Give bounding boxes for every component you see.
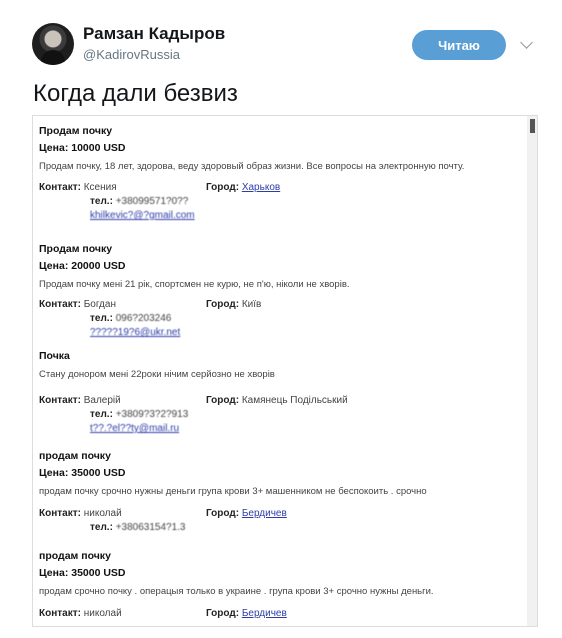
ad-text: Продам почку мені 21 рік, спортсмен не к… [39,279,350,290]
phone-number: +38063154?1.3 [115,522,186,533]
contact-name: николай [83,608,122,619]
ad-text: Стану донором мені 22роки нічим серйозно… [39,369,275,380]
city-label: Город: [206,608,240,619]
contact-label: Контакт: [39,395,81,406]
ad-text: Продам почку, 18 лет, здорова, веду здор… [39,161,465,172]
contact-label: Контакт: [39,182,81,193]
contact-name: николай [83,508,122,519]
contact-label: Контакт: [39,299,81,310]
city-label: Город: [206,395,240,406]
ad-listing: Продам почку Цена: 10000 USD Продам почк… [39,125,521,224]
ad-title: продам почку [39,550,111,562]
email-link[interactable]: t??.?el??ty@mail.ru [90,423,179,434]
tweet-header: Рамзан Кадыров @KadirovRussia Читаю [0,0,562,80]
ad-title: Почка [39,350,70,362]
ad-text: продам срочно почку . операцыя только в … [39,586,434,597]
user-handle[interactable]: @KadirovRussia [83,47,180,62]
tweet-text: Когда дали безвиз [33,80,238,107]
city-label: Город: [206,299,240,310]
ad-listing: продам почку Цена: 35000 USD продам сроч… [39,550,521,622]
city-link[interactable]: Харьков [242,182,280,193]
phone-number: +3809?3?2?913 [115,409,189,420]
ad-title: Продам почку [39,243,113,255]
email-link[interactable]: ?????19?6@ukr.net [90,327,180,338]
phone-label: тел.: [90,313,113,324]
scrollbar [527,116,537,626]
tweet-image[interactable]: Продам почку Цена: 10000 USD Продам почк… [32,115,538,627]
ad-listing: Почка Стану донором мені 22роки нічим се… [39,350,521,437]
display-name[interactable]: Рамзан Кадыров [83,24,225,44]
following-button[interactable]: Читаю [412,30,506,60]
ad-price: Цена: 35000 USD [39,467,126,479]
ad-price: Цена: 20000 USD [39,260,126,272]
city-label: Город: [206,182,240,193]
ad-title: Продам почку [39,125,113,137]
city-name: Камянець Подільський [241,395,348,406]
ad-price: Цена: 10000 USD [39,142,126,154]
phone-label: тел.: [90,409,113,420]
city-link[interactable]: Бердичев [242,508,287,519]
ad-listing: Продам почку Цена: 20000 USD Продам почк… [39,243,521,341]
contact-name: Ксения [83,182,117,193]
ad-title: продам почку [39,450,111,462]
avatar[interactable] [32,23,74,65]
phone-number: 096?203246 [115,313,172,324]
ad-text: продам почку срочно нужны деньги група к… [39,486,427,497]
phone-number: +38099571?0?? [115,196,189,207]
city-name: Київ [241,299,262,310]
city-label: Город: [206,508,240,519]
ad-listing: продам почку Цена: 35000 USD продам почк… [39,450,521,536]
email-link[interactable]: khilkevic?@?gmail.com [90,210,195,221]
contact-name: Валерій [83,395,121,406]
chevron-down-icon[interactable] [520,36,533,49]
phone-label: тел.: [90,522,113,533]
scroll-thumb [530,119,535,133]
contact-label: Контакт: [39,608,81,619]
contact-label: Контакт: [39,508,81,519]
city-link[interactable]: Бердичев [242,608,287,619]
ad-price: Цена: 35000 USD [39,567,126,579]
contact-name: Богдан [83,299,116,310]
phone-label: тел.: [90,196,113,207]
